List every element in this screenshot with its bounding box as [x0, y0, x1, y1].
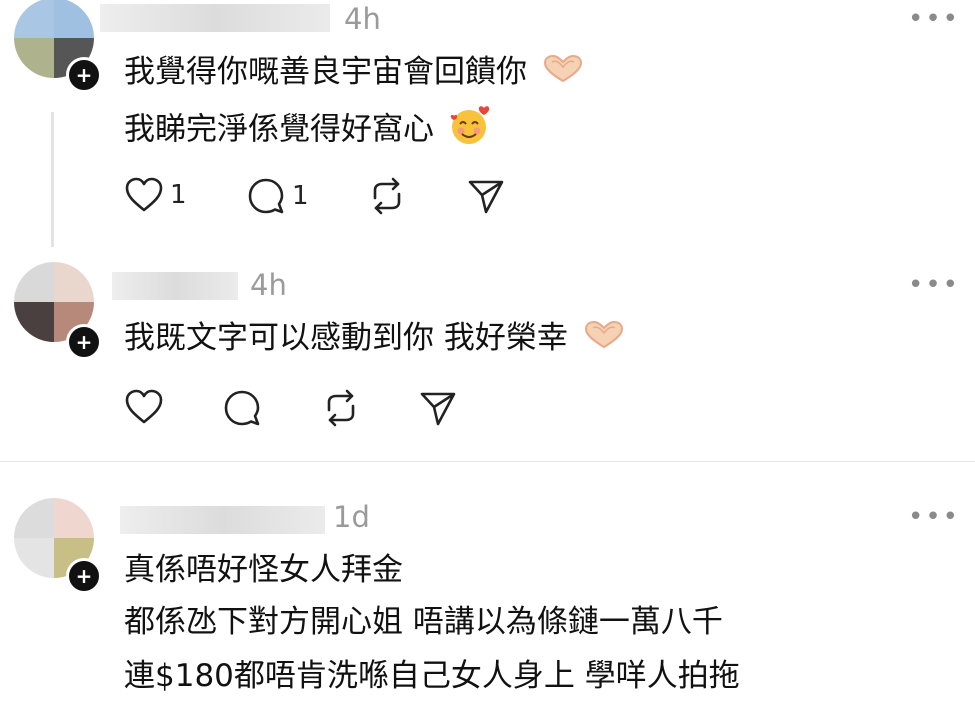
post-time: 4h [344, 2, 381, 36]
thread-line [51, 112, 54, 247]
heart-icon [125, 389, 163, 424]
post-text-line: 連$180都唔肯洗喺自己女人身上 學咩人拍拖 [124, 658, 740, 694]
repost-button[interactable] [320, 388, 362, 428]
post-text: 我既文字可以感動到你 我好榮幸 [124, 320, 568, 356]
username-blurred[interactable] [120, 506, 325, 534]
share-button[interactable] [466, 176, 506, 216]
reply-button[interactable] [222, 388, 262, 428]
more-icon[interactable]: ••• [908, 502, 960, 532]
follow-plus-icon[interactable]: + [66, 558, 102, 594]
post-time: 4h [250, 268, 287, 302]
comment-icon [224, 390, 260, 426]
heart-hands-emoji [582, 320, 626, 360]
like-count: 1 [170, 180, 187, 210]
post-text: 我覺得你嘅善良宇宙會回饋你 [124, 54, 527, 90]
post-text: 我睇完淨係覺得好窩心 [124, 111, 434, 148]
follow-plus-icon[interactable]: + [66, 57, 102, 93]
repost-icon [327, 389, 355, 427]
repost-button[interactable] [366, 176, 408, 216]
follow-plus-icon[interactable]: + [66, 324, 102, 360]
comment-post-3: + 1d ••• 真係唔好怪女人拜金 都係氹下對方開心姐 唔講以為條鏈一萬八千 … [0, 462, 975, 704]
heart-hands-emoji [541, 54, 585, 94]
post-text-line: 真係唔好怪女人拜金 [124, 552, 403, 588]
more-icon[interactable]: ••• [908, 4, 960, 34]
comment-post-1: + 4h ••• 我覺得你嘅善良宇宙會回饋你 我睇完淨係覺得好窩心 1 1 [0, 0, 975, 258]
comment-icon [248, 178, 284, 214]
username-blurred[interactable] [100, 4, 330, 32]
post-time: 1d [333, 500, 370, 534]
repost-icon [373, 177, 401, 215]
like-button[interactable] [124, 388, 164, 426]
heart-icon [125, 177, 163, 212]
like-button[interactable]: 1 [124, 176, 187, 214]
more-icon[interactable]: ••• [908, 270, 960, 300]
smiling-face-with-hearts-emoji [448, 104, 492, 158]
username-blurred[interactable] [112, 272, 238, 300]
share-icon [420, 392, 456, 426]
post-text-line: 我睇完淨係覺得好窩心 [124, 104, 492, 158]
reply-button[interactable]: 1 [246, 176, 309, 216]
post-text-line: 我既文字可以感動到你 我好榮幸 [124, 318, 626, 360]
post-text-line: 都係氹下對方開心姐 唔講以為條鏈一萬八千 [124, 604, 723, 640]
comment-post-2: + 4h ••• 我既文字可以感動到你 我好榮幸 [0, 258, 975, 462]
post-text-line: 我覺得你嘅善良宇宙會回饋你 [124, 52, 585, 94]
share-icon [468, 180, 504, 214]
share-button[interactable] [418, 388, 458, 428]
reply-count: 1 [292, 181, 309, 211]
